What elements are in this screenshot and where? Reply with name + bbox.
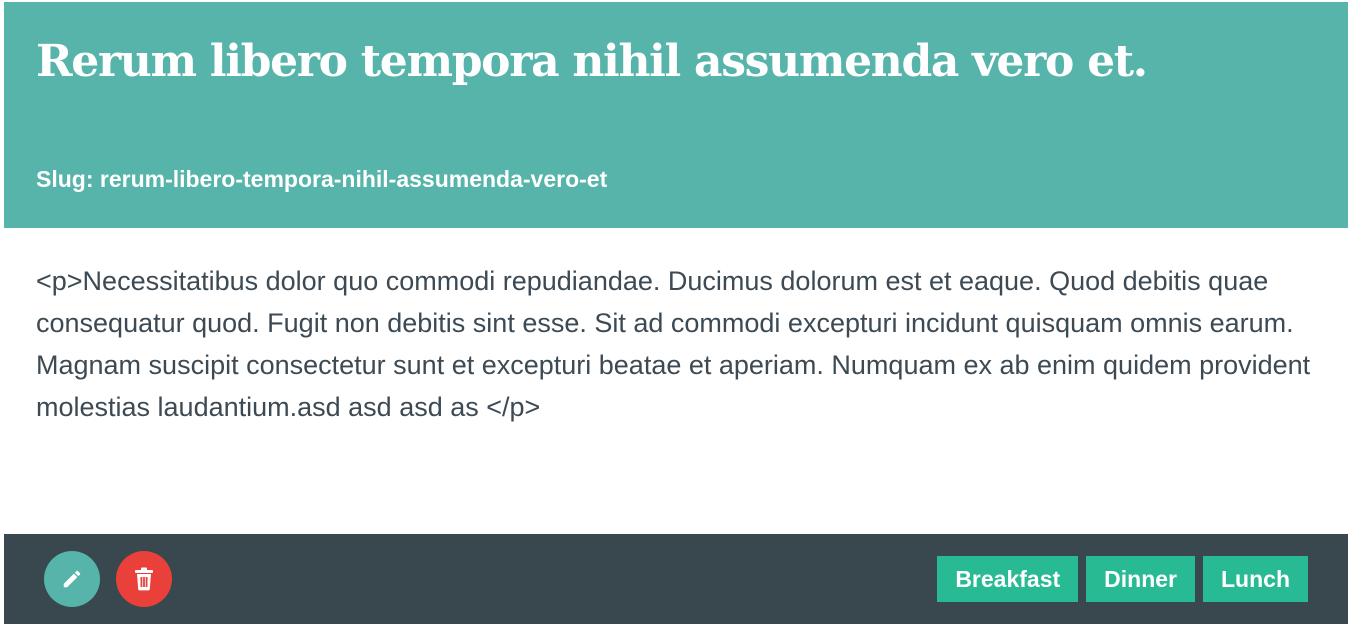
post-body: <p>Necessitatibus dolor quo commodi repu… [36,266,1311,422]
post-title: Rerum libero tempora nihil assumenda ver… [36,36,1148,87]
post-card: Rerum libero tempora nihil assumenda ver… [4,2,1348,624]
trash-icon [133,567,155,591]
tag-dinner[interactable]: Dinner [1086,556,1195,602]
tag-list: Breakfast Dinner Lunch [937,556,1308,602]
edit-button[interactable] [44,551,100,607]
post-header: Rerum libero tempora nihil assumenda ver… [4,2,1348,228]
tag-lunch[interactable]: Lunch [1203,556,1308,602]
tag-breakfast[interactable]: Breakfast [937,556,1079,602]
delete-button[interactable] [116,551,172,607]
pencil-icon [61,568,83,590]
post-footer: Breakfast Dinner Lunch [4,534,1348,624]
post-slug: Slug: rerum-libero-tempora-nihil-assumen… [36,166,608,192]
